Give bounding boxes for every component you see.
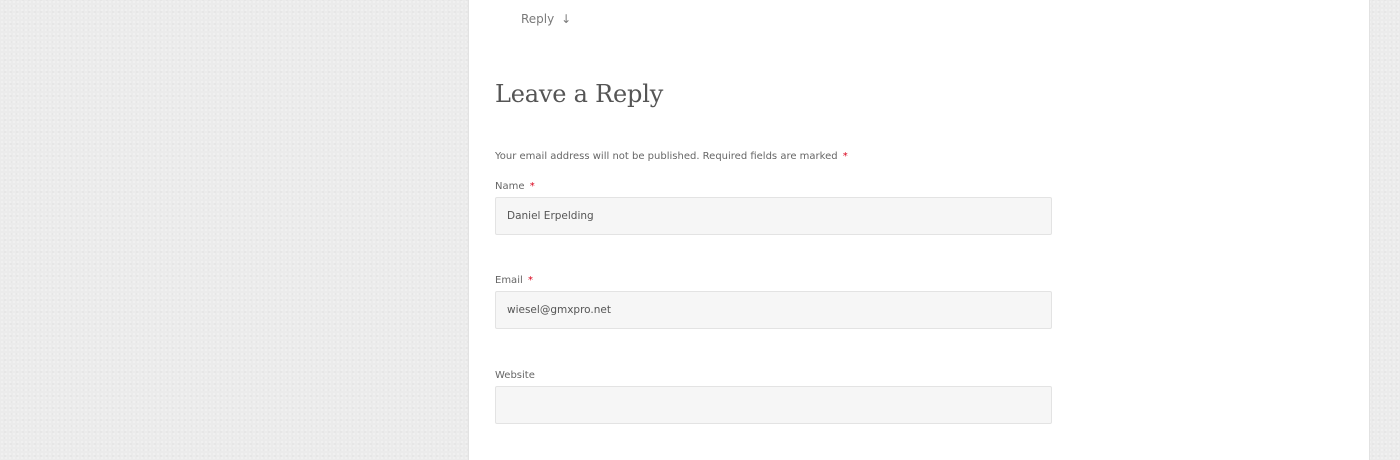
website-label: Website [495,370,535,381]
arrow-down-icon: ↓ [561,12,572,26]
name-required-marker: * [529,181,535,192]
email-label-text: Email [495,275,523,286]
comment-notes: Your email address will not be published… [495,151,848,162]
reply-link-label: Reply [521,12,555,26]
comment-reply-link[interactable]: Reply ↓ [521,12,571,26]
name-label: Name * [495,181,535,192]
email-field[interactable] [495,291,1052,329]
name-label-text: Name [495,181,525,192]
name-field[interactable] [495,197,1052,235]
email-label: Email * [495,275,533,286]
website-field[interactable] [495,386,1052,424]
comment-notes-text: Your email address will not be published… [495,151,838,162]
email-required-marker: * [527,275,533,286]
content-panel: Reply ↓ Leave a Reply Your email address… [468,0,1370,460]
required-marker: * [842,151,848,162]
reply-title: Leave a Reply [495,80,664,108]
website-label-text: Website [495,370,535,381]
